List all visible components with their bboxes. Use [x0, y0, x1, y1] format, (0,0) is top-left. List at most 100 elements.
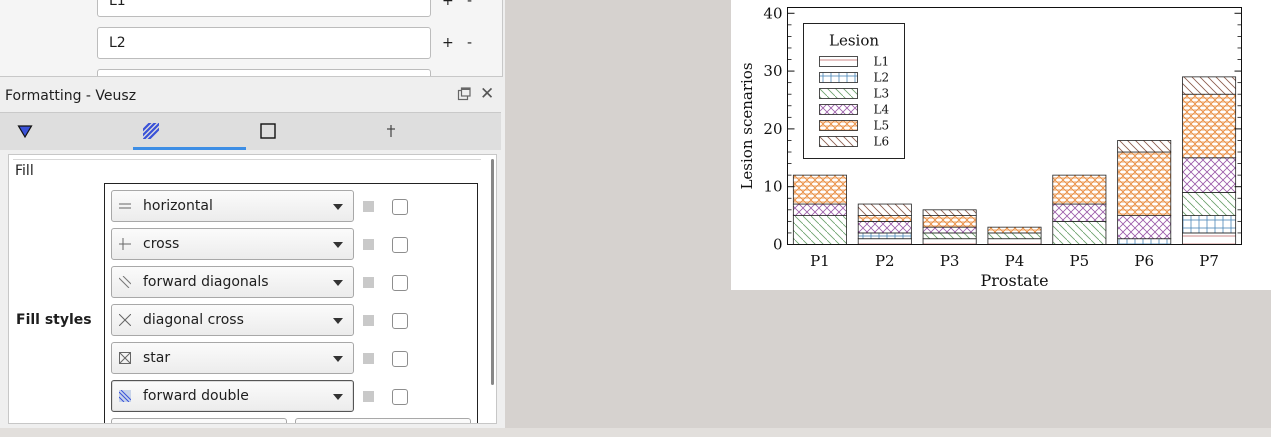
hide-fill-checkbox[interactable] [392, 237, 408, 253]
chevron-down-icon [333, 356, 343, 362]
x-tick-label: P3 [940, 252, 960, 270]
legend-swatch-L2 [819, 72, 858, 83]
bar-P6-L2 [1117, 238, 1172, 245]
legend-label-L5: L5 [874, 119, 890, 133]
fill-style-select-3[interactable]: forward diagonals [111, 266, 354, 298]
bar-P6-L5 [1117, 151, 1172, 216]
bar-P7-L3 [1182, 192, 1237, 216]
hatch-fill-icon [142, 122, 160, 144]
tab-border[interactable] [246, 113, 376, 150]
fill-color-swatch[interactable] [363, 277, 374, 288]
fill-style-select-6[interactable]: forward double [111, 380, 354, 412]
label-row-2: L2 + - [97, 27, 497, 61]
bar-P2-L2 [857, 232, 912, 240]
formatting-content: Fill Fill styles horizontal cross forwar… [8, 154, 497, 424]
formatting-tabs [0, 112, 501, 150]
chart-canvas: P1 P2 P3 P4 P5 P6 P7 0 10 20 30 40 Prostate Lesion sc… [731, 0, 1271, 290]
fill-style-value: cross [143, 236, 180, 252]
bar-P7-L5 [1182, 93, 1237, 159]
bar-P1-L3 [792, 215, 847, 245]
hide-fill-checkbox[interactable] [392, 199, 408, 215]
remove-label-button[interactable]: - [467, 35, 472, 51]
remove-label-button[interactable]: - [467, 0, 472, 9]
legend-swatch-L4 [819, 104, 858, 115]
add-label-button[interactable]: + [442, 35, 454, 51]
legend-label-L3: L3 [874, 87, 890, 101]
tab-marker[interactable] [0, 113, 130, 150]
close-icon[interactable]: ✕ [480, 85, 494, 103]
forward-diagonals-pattern-icon [118, 275, 132, 289]
bar-P6-L4 [1117, 215, 1172, 240]
fill-style-select-7[interactable] [111, 418, 287, 423]
square-border-icon [260, 123, 276, 143]
hide-fill-checkbox[interactable] [392, 389, 408, 405]
hide-fill-checkbox[interactable] [392, 351, 408, 367]
x-tick-label: P7 [1199, 252, 1219, 270]
status-strip [0, 428, 1271, 437]
legend-label-L1: L1 [874, 55, 890, 69]
label-field-1[interactable]: L1 [97, 0, 431, 17]
chevron-down-icon [333, 242, 343, 248]
bar-P2-L6 [857, 203, 912, 216]
y-tick-label: 0 [773, 236, 783, 254]
tab-error-bars[interactable] [376, 113, 501, 150]
bar-chart: P1 P2 P3 P4 P5 P6 P7 0 10 20 30 40 Prostate Lesion sc… [738, 4, 1242, 290]
bar-P5-L3 [1052, 220, 1107, 245]
legend-label-L4: L4 [874, 103, 890, 117]
star-pattern-icon [118, 351, 132, 365]
bar-P4-L5 [987, 226, 1042, 234]
fill-color-swatch[interactable] [363, 353, 374, 364]
bar-P3-L5 [922, 215, 977, 228]
fill-color-swatch[interactable] [363, 315, 374, 326]
label-row-3 [97, 69, 497, 76]
y-tick-label: 20 [763, 120, 782, 138]
forward-double-pattern-icon [118, 389, 132, 403]
tab-fill[interactable] [133, 113, 246, 150]
x-tick-label: P6 [1134, 252, 1154, 270]
fill-style-value: diagonal cross [143, 312, 244, 328]
add-label-button[interactable]: + [442, 0, 454, 9]
hide-fill-checkbox[interactable] [392, 275, 408, 291]
x-tick-label: P5 [1070, 252, 1090, 270]
fill-color-swatch[interactable] [363, 391, 374, 402]
error-bar-icon [384, 123, 398, 143]
fill-style-select-1[interactable]: horizontal [111, 190, 354, 222]
bar-P2-L4 [857, 220, 912, 234]
fill-style-value: forward double [143, 388, 249, 404]
formatting-title: Formatting - Veusz [5, 88, 137, 104]
x-axis-label: Prostate [980, 271, 1048, 290]
fill-style-select-4[interactable]: diagonal cross [111, 304, 354, 336]
triangle-marker-icon [17, 123, 33, 143]
legend-swatch-L5 [819, 120, 858, 131]
hide-fill-checkbox[interactable] [392, 313, 408, 329]
bar-P7-L2 [1182, 215, 1237, 234]
fill-styles-label: Fill styles [16, 312, 92, 328]
float-window-icon[interactable] [457, 87, 471, 101]
fill-color-swatch[interactable] [363, 239, 374, 250]
legend-swatch-L6 [819, 136, 858, 147]
label-field-3[interactable] [97, 69, 431, 76]
bar-P7-L4 [1182, 157, 1237, 193]
fill-style-value: horizontal [143, 198, 213, 214]
legend-label-L2: L2 [874, 71, 890, 85]
chevron-down-icon [333, 280, 343, 286]
fill-color-swatch[interactable] [363, 201, 374, 212]
vertical-scrollbar[interactable] [491, 159, 494, 385]
fill-color-select-7[interactable] [295, 418, 471, 423]
fill-styles-list: horizontal cross forward diagonals diago… [104, 183, 478, 423]
bar-P5-L4 [1052, 203, 1107, 222]
bar-P5-L5 [1052, 174, 1107, 205]
label-field-2[interactable]: L2 [97, 27, 431, 59]
bar-P6-L6 [1117, 140, 1172, 153]
legend-label-L6: L6 [874, 135, 890, 149]
bar-P4-L3 [987, 232, 1042, 240]
y-tick-label: 30 [763, 62, 782, 80]
x-tick-label: P2 [875, 252, 895, 270]
fill-style-select-2[interactable]: cross [111, 228, 354, 260]
active-tab-underline [133, 147, 246, 150]
label-list-panel: L1 + - L2 + - [0, 0, 503, 77]
fill-style-select-5[interactable]: star [111, 342, 354, 374]
bar-P3-L6 [922, 209, 977, 216]
bar-P1-L5 [792, 174, 847, 205]
bar-P3-L1 [922, 238, 977, 245]
